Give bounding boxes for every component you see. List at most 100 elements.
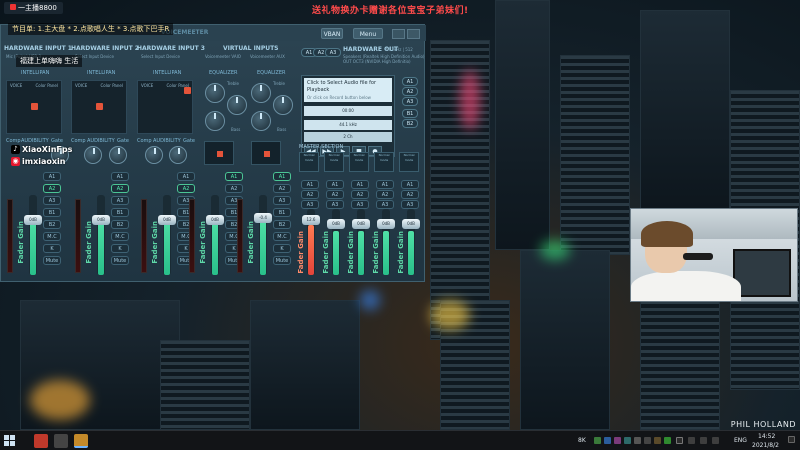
intellipan-pad-3[interactable]: VOICE Color Panel	[137, 80, 193, 134]
master-bus-3-option[interactable]: A2	[351, 190, 369, 199]
treble-knob[interactable]	[205, 83, 225, 103]
master-bus-2-option[interactable]: A1	[326, 180, 344, 189]
strip-virtual-1-fader[interactable]: 0dB	[206, 195, 224, 275]
close-button[interactable]	[407, 29, 420, 39]
strip-1-fader[interactable]: 0dB	[24, 195, 42, 275]
strip-virtual-1-route-a2[interactable]: A2	[225, 184, 243, 193]
strip-2-route-b2[interactable]: B2	[111, 220, 129, 229]
hw-out-a3-button[interactable]: A3	[325, 48, 341, 57]
master-bus-fader-2[interactable]: 0dB	[327, 209, 345, 275]
tray-app-icon[interactable]	[624, 437, 631, 444]
battery-icon[interactable]	[712, 437, 719, 444]
master-bus-4-option[interactable]: A2	[376, 190, 394, 199]
strip-virtual-2-route-a1[interactable]: A1	[273, 172, 291, 181]
comp-knob[interactable]	[145, 146, 163, 164]
hw-input-3-device[interactable]: Select Input Device	[141, 54, 180, 59]
strip-1-route-a2[interactable]: A2	[43, 184, 61, 193]
vban-button[interactable]: VBAN	[321, 28, 343, 39]
treble-knob[interactable]	[251, 83, 271, 103]
strip-1-route-a1[interactable]: A1	[43, 172, 61, 181]
taskbar-app-1[interactable]	[34, 434, 48, 448]
strip-2-fader[interactable]: 0dB	[92, 195, 110, 275]
strip-2-route-mc[interactable]: M.C	[111, 232, 129, 241]
master-bus-4-option[interactable]: A1	[376, 180, 394, 189]
fader-knob[interactable]: -0.4	[254, 213, 272, 223]
master-mode-a3[interactable]: Normal mode	[349, 152, 369, 172]
strip-virtual-2-route-mute[interactable]: Mute	[273, 256, 291, 265]
master-bus-4-option[interactable]: A3	[376, 200, 394, 209]
strip-virtual-2-fader[interactable]: -0.4	[254, 195, 272, 275]
menu-button[interactable]: Menu	[353, 28, 383, 39]
master-mode-a1[interactable]: Normal mode	[299, 152, 319, 172]
master-bus-5-option[interactable]: A3	[401, 200, 419, 209]
gate-knob[interactable]	[109, 146, 127, 164]
hw-input-2-title[interactable]: HARDWARE INPUT 2	[71, 45, 139, 52]
bus-a3-button[interactable]: A3	[402, 97, 418, 106]
tray-app-icon[interactable]	[654, 437, 661, 444]
taskbar-app-2[interactable]	[54, 434, 68, 448]
tray-app-icon[interactable]	[604, 437, 611, 444]
tray-app-icon[interactable]	[634, 437, 641, 444]
master-bus-2-option[interactable]: A2	[326, 190, 344, 199]
strip-3-route-a1[interactable]: A1	[177, 172, 195, 181]
mid-knob[interactable]	[227, 95, 247, 115]
master-bus-fader-5[interactable]: 0dB	[402, 209, 420, 275]
recorder-display[interactable]: Click to Select Audio file for Playback …	[304, 78, 392, 102]
bass-knob[interactable]	[205, 111, 225, 131]
master-mode-b1[interactable]: Normal mode	[374, 152, 394, 172]
gate-knob[interactable]	[169, 146, 187, 164]
bus-a2-button[interactable]: A2	[402, 87, 418, 96]
master-bus-1-option[interactable]: A3	[301, 200, 319, 209]
bus-b2-button[interactable]: B2	[402, 119, 418, 128]
bass-knob[interactable]	[251, 111, 271, 131]
strip-virtual-2-route-b2[interactable]: B2	[273, 220, 291, 229]
master-bus-2-option[interactable]: A3	[326, 200, 344, 209]
comp-knob[interactable]	[84, 146, 102, 164]
fader-knob[interactable]: 0dB	[206, 215, 224, 225]
pan-cursor[interactable]	[217, 151, 223, 157]
master-bus-1-option[interactable]: A2	[301, 190, 319, 199]
fader-knob[interactable]: 0dB	[92, 215, 110, 225]
minimize-button[interactable]	[392, 29, 405, 39]
master-bus-fader-4[interactable]: 0dB	[377, 209, 395, 275]
fader-knob[interactable]: 0dB	[24, 215, 42, 225]
master-mode-a2[interactable]: Normal mode	[324, 152, 344, 172]
strip-1-route-a3[interactable]: A3	[43, 196, 61, 205]
volume-icon[interactable]	[700, 437, 707, 444]
tray-app-icon[interactable]	[644, 437, 651, 444]
strip-1-route-mute[interactable]: Mute	[43, 256, 61, 265]
clock-date[interactable]: 2021/8/2	[752, 442, 779, 449]
virtual-pad-2[interactable]	[251, 141, 281, 165]
start-button[interactable]	[4, 435, 16, 447]
network-icon[interactable]	[688, 437, 695, 444]
fader-knob[interactable]: 0dB	[327, 219, 345, 229]
tray-app-icon[interactable]	[676, 437, 683, 444]
bus-b1-button[interactable]: B1	[402, 109, 418, 118]
fader-knob[interactable]: 0dB	[402, 219, 420, 229]
intellipan-pad-1[interactable]: VOICE Color Panel	[6, 80, 62, 134]
tray-indicator[interactable]: 8K	[578, 437, 586, 444]
strip-1-route-k[interactable]: K	[43, 244, 61, 253]
master-bus-3-option[interactable]: A3	[351, 200, 369, 209]
strip-2-route-a3[interactable]: A3	[111, 196, 129, 205]
master-bus-fader-3[interactable]: 0dB	[352, 209, 370, 275]
tray-app-icon[interactable]	[614, 437, 621, 444]
bus-a1-button[interactable]: A1	[402, 77, 418, 86]
master-bus-fader-1[interactable]: 12.6	[302, 209, 320, 275]
tray-app-icon[interactable]	[594, 437, 601, 444]
tray-app-icon[interactable]	[664, 437, 671, 444]
fader-knob[interactable]: 12.6	[302, 215, 320, 225]
master-bus-5-option[interactable]: A2	[401, 190, 419, 199]
mid-knob[interactable]	[273, 95, 293, 115]
pan-cursor[interactable]	[264, 151, 270, 157]
pan-cursor[interactable]	[184, 87, 191, 94]
fader-knob[interactable]: 0dB	[158, 215, 176, 225]
input-language[interactable]: ENG	[734, 437, 747, 444]
strip-3-route-a2[interactable]: A2	[177, 184, 195, 193]
strip-2-route-a1[interactable]: A1	[111, 172, 129, 181]
strip-2-route-mute[interactable]: Mute	[111, 256, 129, 265]
strip-virtual-1-route-a1[interactable]: A1	[225, 172, 243, 181]
strip-2-route-a2[interactable]: A2	[111, 184, 129, 193]
hw-input-1-title[interactable]: HARDWARE INPUT 1	[4, 45, 72, 52]
strip-virtual-2-route-b1[interactable]: B1	[273, 208, 291, 217]
